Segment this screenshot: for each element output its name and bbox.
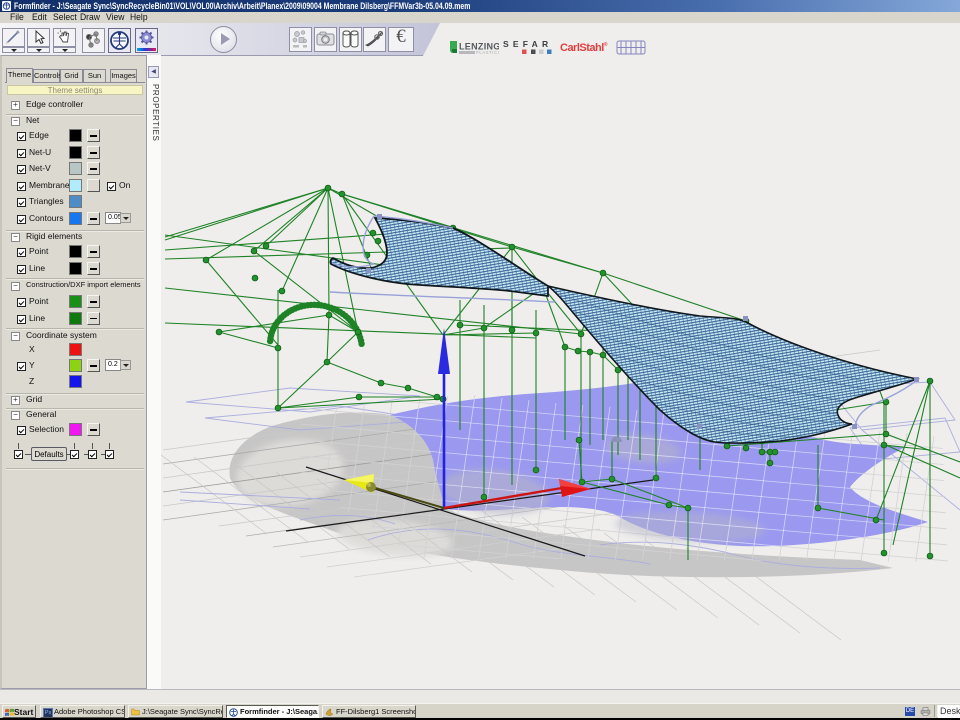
svg-text:SEFAR: SEFAR [503, 39, 552, 49]
svg-text:PLASTICS: PLASTICS [476, 50, 499, 55]
